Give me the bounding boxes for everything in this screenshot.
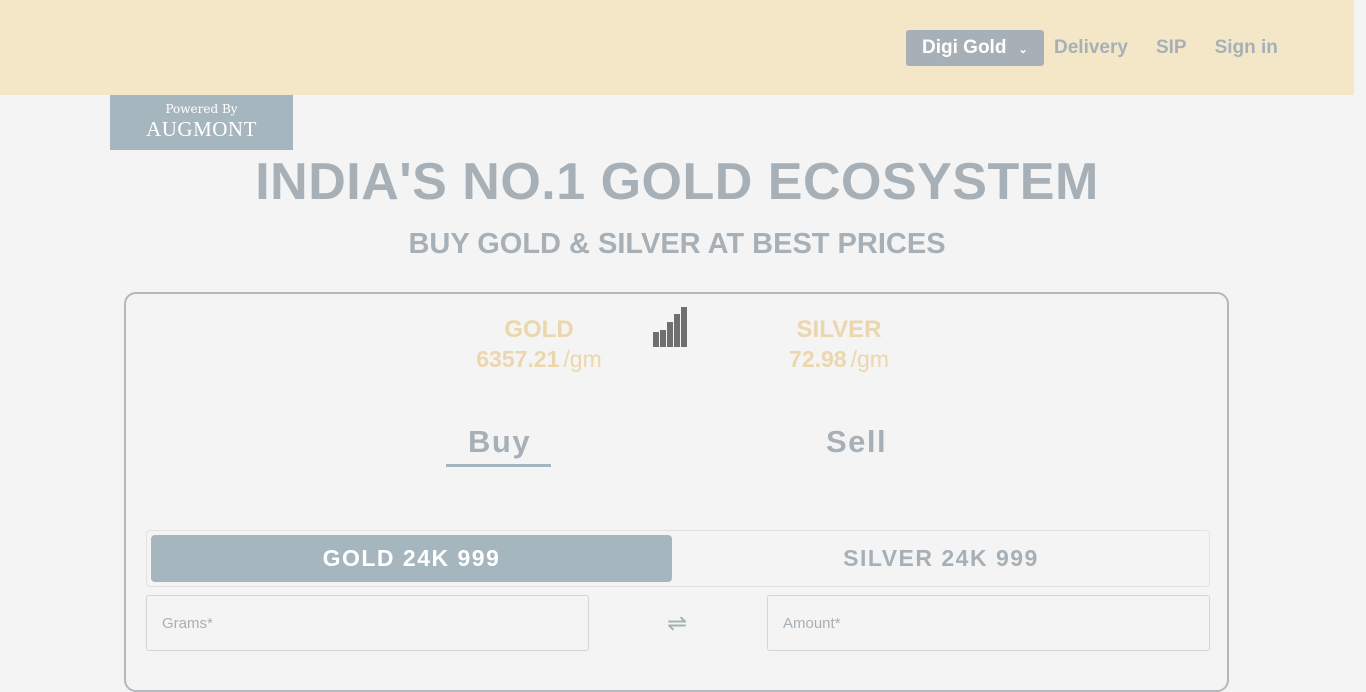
page-scrollbar[interactable] [1354,0,1366,651]
active-tab-underline [446,464,551,467]
powered-by-label: Powered By [165,102,238,116]
gold-price-value: 6357.21 [476,346,560,372]
digi-gold-dropdown[interactable]: Digi Gold ⌄ [906,30,1044,66]
swap-arrows-icon[interactable]: ⇌ [667,609,687,638]
silver-price-value-line: 72.98/gm [776,346,902,373]
nav-link-sip[interactable]: SIP [1156,37,1187,59]
nav-menu: Digi Gold ⌄ Delivery SIP Sign in [906,30,1278,66]
tab-buy[interactable]: Buy [468,424,531,460]
hero-subtitle: BUY GOLD & SILVER AT BEST PRICES [408,228,946,260]
digi-gold-dropdown-label: Digi Gold [922,37,1007,58]
buy-sell-card: GOLD 6357.21/gm SILVER 72.98/gm Buy Sell… [124,292,1229,692]
gold-price-value-line: 6357.21/gm [466,346,612,373]
silver-24k-option[interactable]: SILVER 24K 999 [677,535,1205,582]
silver-price-value: 72.98 [789,346,847,372]
gold-price-metal: GOLD [504,316,574,343]
nav-link-sign-in[interactable]: Sign in [1215,37,1278,59]
chevron-down-icon: ⌄ [1018,43,1028,56]
metal-type-toggle: GOLD 24K 999 SILVER 24K 999 [146,530,1210,587]
silver-price-metal: SILVER [796,316,882,343]
amount-input[interactable] [767,595,1210,651]
gold-24k-option[interactable]: GOLD 24K 999 [151,535,672,582]
nav-link-delivery[interactable]: Delivery [1054,37,1128,59]
tab-sell[interactable]: Sell [826,424,887,460]
silver-price: SILVER 72.98/gm [776,316,902,373]
hero-title: INDIA'S NO.1 GOLD ECOSYSTEM [255,153,1099,211]
live-price-signal-icon [653,307,689,347]
augmont-logo: AUGMONT [146,117,257,141]
powered-by-augmont-badge: Powered By AUGMONT [110,95,293,150]
gold-price: GOLD 6357.21/gm [466,316,612,373]
gold-price-unit: /gm [563,346,602,372]
top-nav-bar: Digi Gold ⌄ Delivery SIP Sign in [0,0,1354,95]
grams-input[interactable] [146,595,589,651]
silver-price-unit: /gm [850,346,889,372]
